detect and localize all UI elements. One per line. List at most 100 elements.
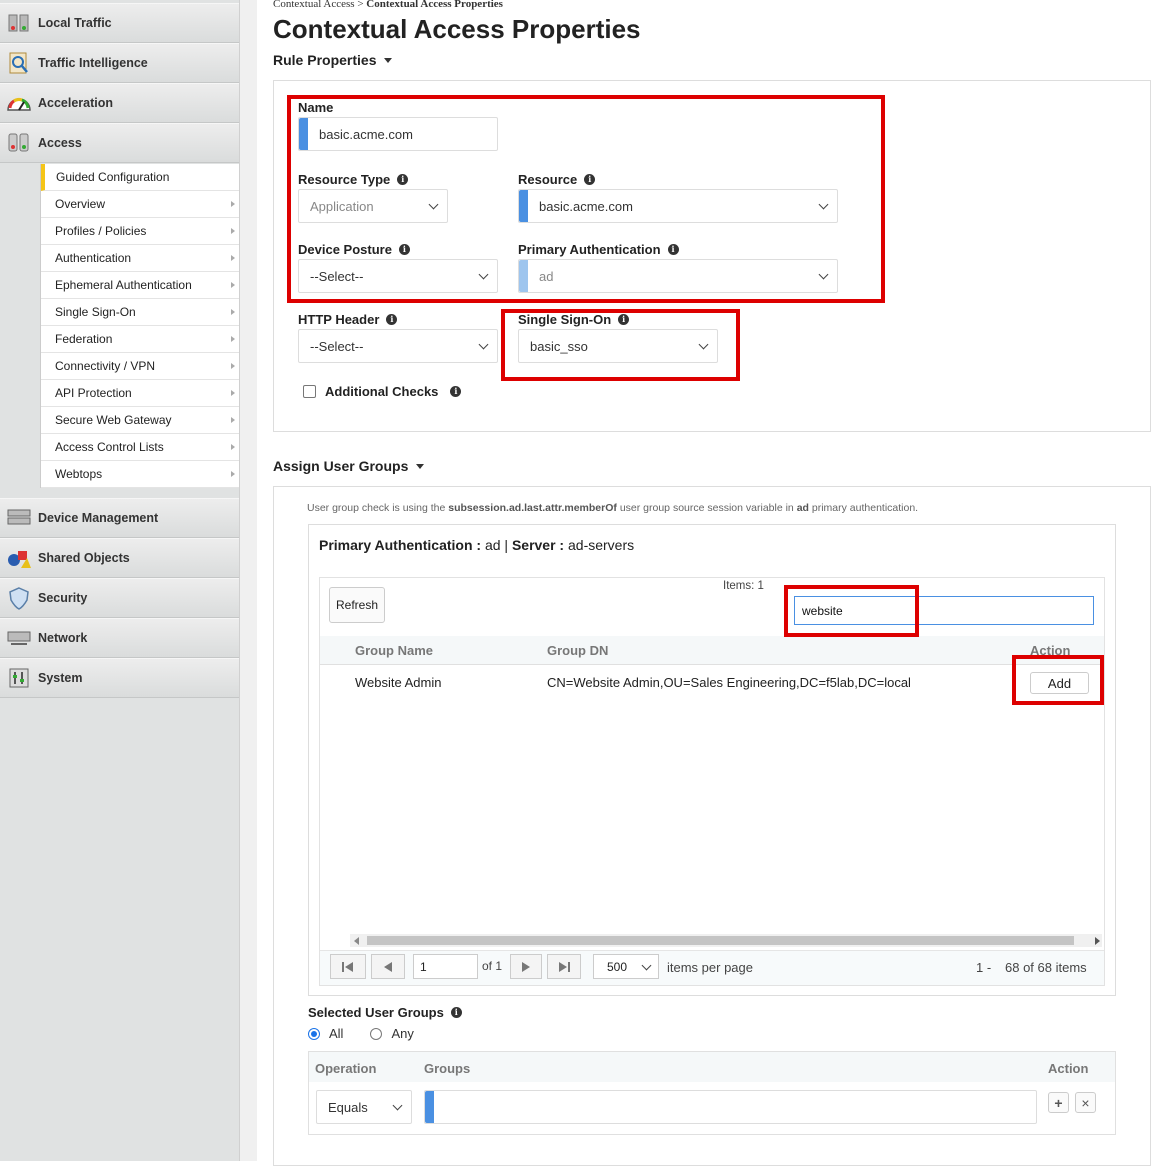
breadcrumb-parent[interactable]: Contextual Access [273,0,355,10]
scroll-left-icon[interactable] [354,937,359,945]
info-icon[interactable]: i [450,386,462,397]
column-operation: Operation [315,1061,377,1076]
note-text: user group source session variable in [619,502,794,514]
submenu-webtops[interactable]: Webtops [41,461,239,488]
submenu-guided-configuration[interactable]: Guided Configuration [41,164,239,191]
last-page-button[interactable] [547,954,581,979]
previous-page-button[interactable] [371,954,405,979]
submenu-overview[interactable]: Overview [41,191,239,218]
refresh-button[interactable]: Refresh [329,587,385,623]
column-groups: Groups [424,1061,471,1076]
info-icon[interactable]: i [386,314,398,325]
nav-access[interactable]: Access [0,123,239,163]
submenu-label: Guided Configuration [56,170,170,184]
sidebar: Local Traffic Traffic Intelligence Accel… [0,0,239,1161]
scrollbar-thumb[interactable] [367,936,1074,945]
select-value: 500 [607,959,628,974]
operation-select[interactable]: Equals [316,1090,412,1124]
highlight-box-rule-fields [287,95,885,303]
page-total: of 1 [482,959,503,973]
submenu-label: API Protection [55,386,132,400]
nav-shared-objects[interactable]: Shared Objects [0,538,239,578]
items-per-page-label: items per page [667,960,753,975]
group-dn-cell: CN=Website Admin,OU=Sales Engineering,DC… [547,675,911,690]
note-text: User group check is using the [307,502,446,514]
section-label: Rule Properties [273,52,377,68]
horizontal-scrollbar[interactable] [350,934,1102,947]
submenu-label: Overview [55,197,106,211]
network-icon [6,626,32,650]
section-label: Assign User Groups [273,458,409,474]
nav-network[interactable]: Network [0,618,239,658]
groups-input[interactable] [424,1090,1037,1124]
nav-local-traffic[interactable]: Local Traffic [0,3,239,43]
submenu-label: Federation [55,332,113,346]
match-radio-group: All Any [308,1026,414,1041]
server-label: Server : [511,537,565,553]
submenu-secure-web-gateway[interactable]: Secure Web Gateway [41,407,239,434]
chevron-down-icon [478,339,489,350]
nav-device-management[interactable]: Device Management [0,498,239,538]
nav-label: Security [38,591,88,605]
info-icon[interactable]: i [450,1007,462,1018]
submenu-profiles-policies[interactable]: Profiles / Policies [41,218,239,245]
chevron-right-icon [231,255,235,261]
submenu-connectivity-vpn[interactable]: Connectivity / VPN [41,353,239,380]
nav-traffic-intelligence[interactable]: Traffic Intelligence [0,43,239,83]
previous-page-icon [384,961,392,972]
page-number-input[interactable]: 1 [413,954,478,979]
primary-auth-server-info: Primary Authentication : ad | Server : a… [319,537,634,553]
remove-row-button[interactable]: × [1075,1092,1096,1113]
select-value: --Select-- [310,338,364,354]
security-shield-icon [6,586,32,610]
items-count: Items: 1 [723,580,764,592]
items-per-page-select[interactable]: 500 [593,954,659,979]
radio-all-label: All [329,1026,344,1041]
breadcrumb-current: Contextual Access Properties [366,0,503,10]
nav-security[interactable]: Security [0,578,239,618]
submenu-label: Ephemeral Authentication [55,278,192,292]
radio-any[interactable] [370,1027,383,1040]
nav-label: System [38,671,83,685]
caret-down-icon [416,463,425,469]
additional-checks[interactable]: Additional Checks i [303,384,462,399]
access-icon [6,131,32,155]
submenu-label: Connectivity / VPN [55,359,156,373]
scroll-right-icon[interactable] [1095,937,1100,945]
note-variable: subsession.ad.last.attr.memberOf [448,502,617,514]
checkbox-label: Additional Checks [325,384,439,399]
add-row-button[interactable]: + [1048,1092,1069,1113]
column-group-dn[interactable]: Group DN [547,643,608,658]
chevron-right-icon [231,390,235,396]
submenu-single-sign-on[interactable]: Single Sign-On [41,299,239,326]
submenu-federation[interactable]: Federation [41,326,239,353]
nav-system[interactable]: System [0,658,239,698]
rule-properties-header[interactable]: Rule Properties [273,52,393,68]
http-header-select[interactable]: --Select-- [298,329,498,363]
radio-any-label: Any [391,1026,414,1041]
assign-user-groups-header[interactable]: Assign User Groups [273,458,425,474]
submenu-authentication[interactable]: Authentication [41,245,239,272]
submenu-ephemeral-authentication[interactable]: Ephemeral Authentication [41,272,239,299]
chevron-right-icon [231,417,235,423]
chevron-right-icon [231,444,235,450]
first-page-button[interactable] [330,954,366,979]
next-page-button[interactable] [510,954,542,979]
grid-header-row [320,636,1104,665]
submenu-api-protection[interactable]: API Protection [41,380,239,407]
acceleration-gauge-icon [6,91,32,115]
column-group-name[interactable]: Group Name [355,643,433,658]
next-page-icon [522,961,530,972]
radio-all[interactable] [308,1027,320,1040]
system-icon [6,666,32,690]
nav-acceleration[interactable]: Acceleration [0,83,239,123]
additional-checks-checkbox[interactable] [303,385,316,398]
highlight-box-add [1012,655,1104,705]
shared-objects-icon [6,546,32,570]
sidebar-divider [239,0,257,1161]
last-page-icon [559,961,570,972]
caret-down-icon [384,57,393,63]
group-name-cell: Website Admin [355,675,442,690]
nav-label: Acceleration [38,96,114,110]
submenu-access-control-lists[interactable]: Access Control Lists [41,434,239,461]
